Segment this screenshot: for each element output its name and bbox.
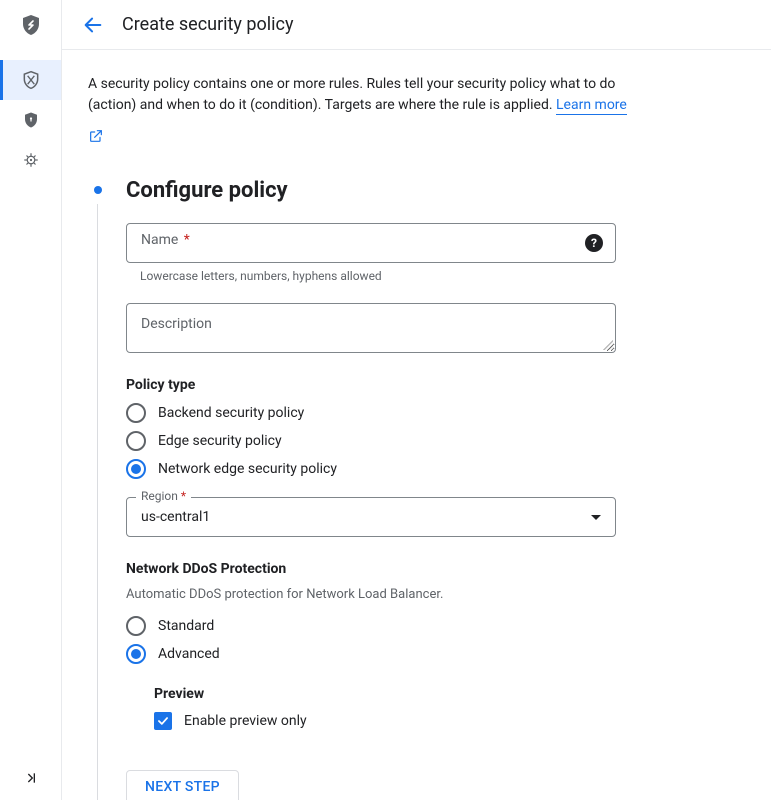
ddos-description: Automatic DDoS protection for Network Lo… — [126, 587, 745, 602]
region-label: Region * — [136, 489, 191, 503]
radio-ddos-advanced[interactable]: Advanced — [126, 644, 745, 664]
shield-logo-icon — [19, 13, 43, 37]
radio-label: Standard — [158, 618, 214, 634]
preview-checkbox-row[interactable]: Enable preview only — [154, 712, 745, 730]
open-external-button[interactable] — [88, 128, 104, 144]
radio-icon — [126, 403, 146, 423]
description-placeholder: Description — [141, 316, 212, 332]
region-value: us-central1 — [141, 509, 210, 525]
learn-more-link[interactable]: Learn more — [556, 97, 627, 115]
step-title: Configure policy — [126, 178, 745, 203]
description-input[interactable]: Description — [126, 303, 616, 353]
radio-icon — [126, 459, 146, 479]
required-asterisk: * — [180, 232, 190, 248]
radio-icon — [126, 644, 146, 664]
sidebar-item-security[interactable] — [0, 100, 61, 140]
shield-policies-icon — [21, 70, 41, 90]
intro-text: A security policy contains one or more r… — [88, 74, 648, 116]
back-button[interactable] — [82, 14, 104, 36]
radio-icon — [126, 431, 146, 451]
radio-backend-policy[interactable]: Backend security policy — [126, 403, 745, 423]
preview-label: Preview — [154, 686, 745, 702]
content-area: A security policy contains one or more r… — [62, 50, 771, 800]
page-header: Create security policy — [62, 0, 771, 50]
region-select-wrapper: Region * us-central1 — [126, 497, 616, 537]
product-logo — [0, 0, 61, 50]
arrow-left-icon — [82, 14, 104, 36]
sidebar-item-policies[interactable] — [0, 60, 61, 100]
page-title: Create security policy — [122, 14, 293, 35]
next-step-button[interactable]: NEXT STEP — [126, 770, 239, 800]
sidebar — [0, 0, 62, 800]
sidebar-nav — [0, 50, 61, 180]
region-select[interactable]: us-central1 — [126, 497, 616, 537]
sidebar-expand-toggle[interactable] — [0, 770, 61, 786]
policy-type-label: Policy type — [126, 377, 745, 393]
name-help-button[interactable]: ? — [585, 234, 603, 252]
checkbox-label: Enable preview only — [184, 713, 307, 729]
chevron-down-icon — [591, 515, 601, 520]
radio-icon — [126, 616, 146, 636]
checkbox-checked-icon — [154, 712, 172, 730]
open-in-new-icon — [88, 128, 104, 144]
name-field-wrapper: Name * ? — [126, 223, 745, 263]
name-hint: Lowercase letters, numbers, hyphens allo… — [126, 269, 745, 283]
radio-label: Network edge security policy — [158, 461, 337, 477]
intro-body: A security policy contains one or more r… — [88, 76, 615, 113]
radio-ddos-standard[interactable]: Standard — [126, 616, 745, 636]
radio-label: Advanced — [158, 646, 220, 662]
shield-lock-icon — [22, 111, 40, 129]
ddos-label: Network DDoS Protection — [126, 561, 745, 577]
name-placeholder: Name — [141, 232, 178, 248]
sidebar-item-threat[interactable] — [0, 140, 61, 180]
radio-label: Edge security policy — [158, 433, 282, 449]
step-configure-policy: Configure policy Name * ? Lowercase lett… — [88, 178, 745, 800]
virus-icon — [22, 151, 40, 169]
name-input[interactable]: Name * ? — [126, 223, 616, 263]
radio-label: Backend security policy — [158, 405, 304, 421]
chevron-right-bar-icon — [23, 770, 39, 786]
radio-edge-policy[interactable]: Edge security policy — [126, 431, 745, 451]
radio-network-edge-policy[interactable]: Network edge security policy — [126, 459, 745, 479]
